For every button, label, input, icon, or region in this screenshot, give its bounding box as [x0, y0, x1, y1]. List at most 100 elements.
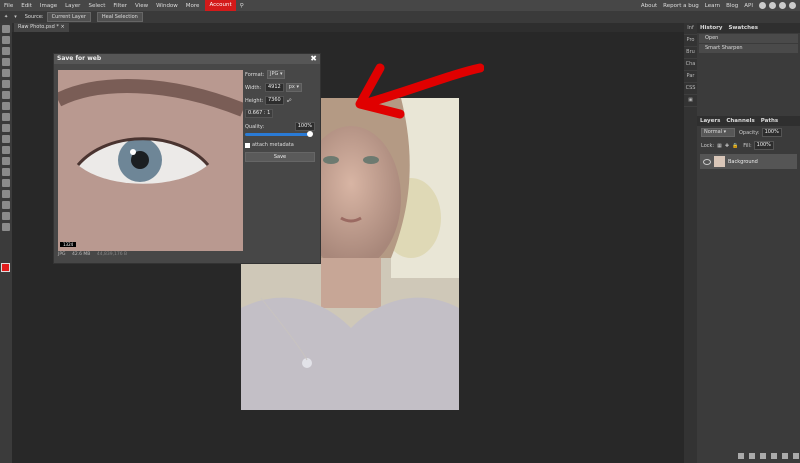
source-select[interactable]: Current Layer — [46, 12, 91, 22]
format-select[interactable]: JPG ▾ — [267, 70, 286, 79]
adjustment-layer-icon[interactable] — [760, 453, 766, 459]
tab-close-icon[interactable]: × — [61, 24, 65, 30]
format-value: JPG — [270, 71, 279, 77]
fill-input[interactable]: 100% — [753, 141, 774, 150]
link-learn[interactable]: Learn — [702, 3, 723, 9]
lock-move-icon[interactable]: ✚ — [725, 143, 729, 149]
move-tool-icon[interactable] — [2, 25, 10, 33]
type-tool-icon[interactable] — [2, 168, 10, 176]
eraser-tool-icon[interactable] — [2, 124, 10, 132]
menu-select[interactable]: Select — [84, 3, 109, 9]
heal-selection-button[interactable]: Heal Selection — [96, 12, 143, 22]
height-input[interactable]: 7360 — [265, 96, 284, 105]
tab-label: Raw Photo.psd * — [18, 24, 59, 30]
link-blog[interactable]: Blog — [723, 3, 741, 9]
menu-view[interactable]: View — [131, 3, 152, 9]
history-item-open[interactable]: Open — [699, 34, 798, 43]
link-layers-icon[interactable] — [738, 453, 744, 459]
tab-history[interactable]: History — [697, 23, 725, 33]
image-panel-icon[interactable]: ▣ — [684, 95, 697, 107]
opacity-input[interactable]: 100% — [761, 128, 782, 137]
shape-tool-icon[interactable] — [2, 201, 10, 209]
facebook-icon[interactable] — [779, 2, 786, 9]
twitter-icon[interactable] — [769, 2, 776, 9]
opacity-label: Opacity: — [739, 129, 760, 136]
tab-channels[interactable]: Channels — [723, 116, 757, 126]
crop-tool-icon[interactable] — [2, 69, 10, 77]
layers-panel: Layers Channels Paths Normal ▾ Opacity: … — [697, 116, 800, 463]
blur-tool-icon[interactable] — [2, 146, 10, 154]
lasso-tool-icon[interactable] — [2, 47, 10, 55]
collapsed-panels: Inf Pro Bru Cha Par CSS ▣ — [684, 23, 697, 463]
close-icon[interactable]: ✖ — [310, 54, 317, 64]
magic-wand-tool-icon[interactable] — [2, 58, 10, 66]
panel-info[interactable]: Inf — [684, 23, 697, 35]
quality-slider[interactable] — [245, 131, 313, 137]
paint-bucket-tool-icon[interactable] — [2, 135, 10, 143]
link-report-bug[interactable]: Report a bug — [660, 3, 702, 9]
panel-brush[interactable]: Bru — [684, 47, 697, 59]
tab-layers[interactable]: Layers — [697, 116, 723, 126]
brush-options-icon[interactable]: ▾ — [14, 14, 17, 20]
lock-all-icon[interactable]: 🔒 — [732, 143, 738, 149]
menu-image[interactable]: Image — [36, 3, 61, 9]
path-select-tool-icon[interactable] — [2, 190, 10, 198]
quality-slider-knob[interactable] — [307, 131, 313, 137]
menu-file[interactable]: File — [0, 3, 17, 9]
fullscreen-icon[interactable] — [789, 2, 796, 9]
lock-label: Lock: — [701, 142, 715, 149]
layer-effects-icon[interactable] — [749, 453, 755, 459]
eyedropper-tool-icon[interactable] — [2, 80, 10, 88]
fill-label: Fill: — [743, 142, 752, 149]
visibility-eye-icon[interactable] — [703, 158, 711, 165]
clone-stamp-tool-icon[interactable] — [2, 113, 10, 121]
healing-tool-icon[interactable]: ✦ — [4, 14, 8, 20]
eye-preview-image — [58, 70, 243, 251]
panel-properties[interactable]: Pro — [684, 35, 697, 47]
unit-select[interactable]: px ▾ — [285, 83, 302, 92]
hand-tool-icon[interactable] — [2, 212, 10, 220]
menu-right-links: About Report a bug Learn Blog API — [638, 0, 796, 11]
healing-brush-tool-icon[interactable] — [2, 91, 10, 99]
brush-tool-icon[interactable] — [2, 102, 10, 110]
blend-mode-value: Normal — [704, 129, 723, 135]
panel-paragraph[interactable]: Par — [684, 71, 697, 83]
preview-pane[interactable]: 1324 — [58, 70, 243, 251]
width-input[interactable]: 4912 — [265, 83, 284, 92]
menu-edit[interactable]: Edit — [17, 3, 36, 9]
blend-mode-select[interactable]: Normal ▾ — [701, 128, 735, 137]
dodge-tool-icon[interactable] — [2, 157, 10, 165]
aspect-ratio: 0.667 : 1 — [245, 109, 274, 118]
tab-raw-photo[interactable]: Raw Photo.psd * × — [14, 23, 69, 32]
zoom-badge: 1324 — [60, 242, 77, 247]
zoom-tool-icon[interactable] — [2, 223, 10, 231]
lock-transparency-icon[interactable]: ▦ — [717, 143, 722, 149]
history-item-smart-sharpen[interactable]: Smart Sharpen — [699, 44, 798, 53]
document-tab-bar: Raw Photo.psd * × — [12, 23, 684, 32]
new-group-icon[interactable] — [771, 453, 777, 459]
menu-window[interactable]: Window — [152, 3, 182, 9]
menu-filter[interactable]: Filter — [109, 3, 131, 9]
menu-layer[interactable]: Layer — [61, 3, 84, 9]
link-api[interactable]: API — [741, 3, 756, 9]
layer-row[interactable]: Background — [700, 154, 797, 169]
pen-tool-icon[interactable] — [2, 179, 10, 187]
panel-character[interactable]: Cha — [684, 59, 697, 71]
new-layer-icon[interactable] — [782, 453, 788, 459]
search-icon[interactable]: ⚲ — [236, 3, 248, 9]
link-icon[interactable]: ☍ — [287, 98, 292, 104]
save-button[interactable]: Save — [245, 152, 315, 162]
attach-metadata-checkbox[interactable] — [245, 142, 250, 148]
marquee-tool-icon[interactable] — [2, 36, 10, 44]
tab-swatches[interactable]: Swatches — [725, 23, 761, 33]
panel-css[interactable]: CSS — [684, 83, 697, 95]
delete-layer-icon[interactable] — [793, 453, 799, 459]
reddit-icon[interactable] — [759, 2, 766, 9]
foreground-color-swatch[interactable] — [1, 263, 10, 272]
tab-paths[interactable]: Paths — [758, 116, 781, 126]
menu-account[interactable]: Account — [205, 0, 236, 11]
quality-input[interactable]: 100% — [294, 122, 315, 131]
menu-more[interactable]: More — [182, 3, 204, 9]
link-about[interactable]: About — [638, 3, 660, 9]
footer-format: JPG — [58, 252, 66, 257]
